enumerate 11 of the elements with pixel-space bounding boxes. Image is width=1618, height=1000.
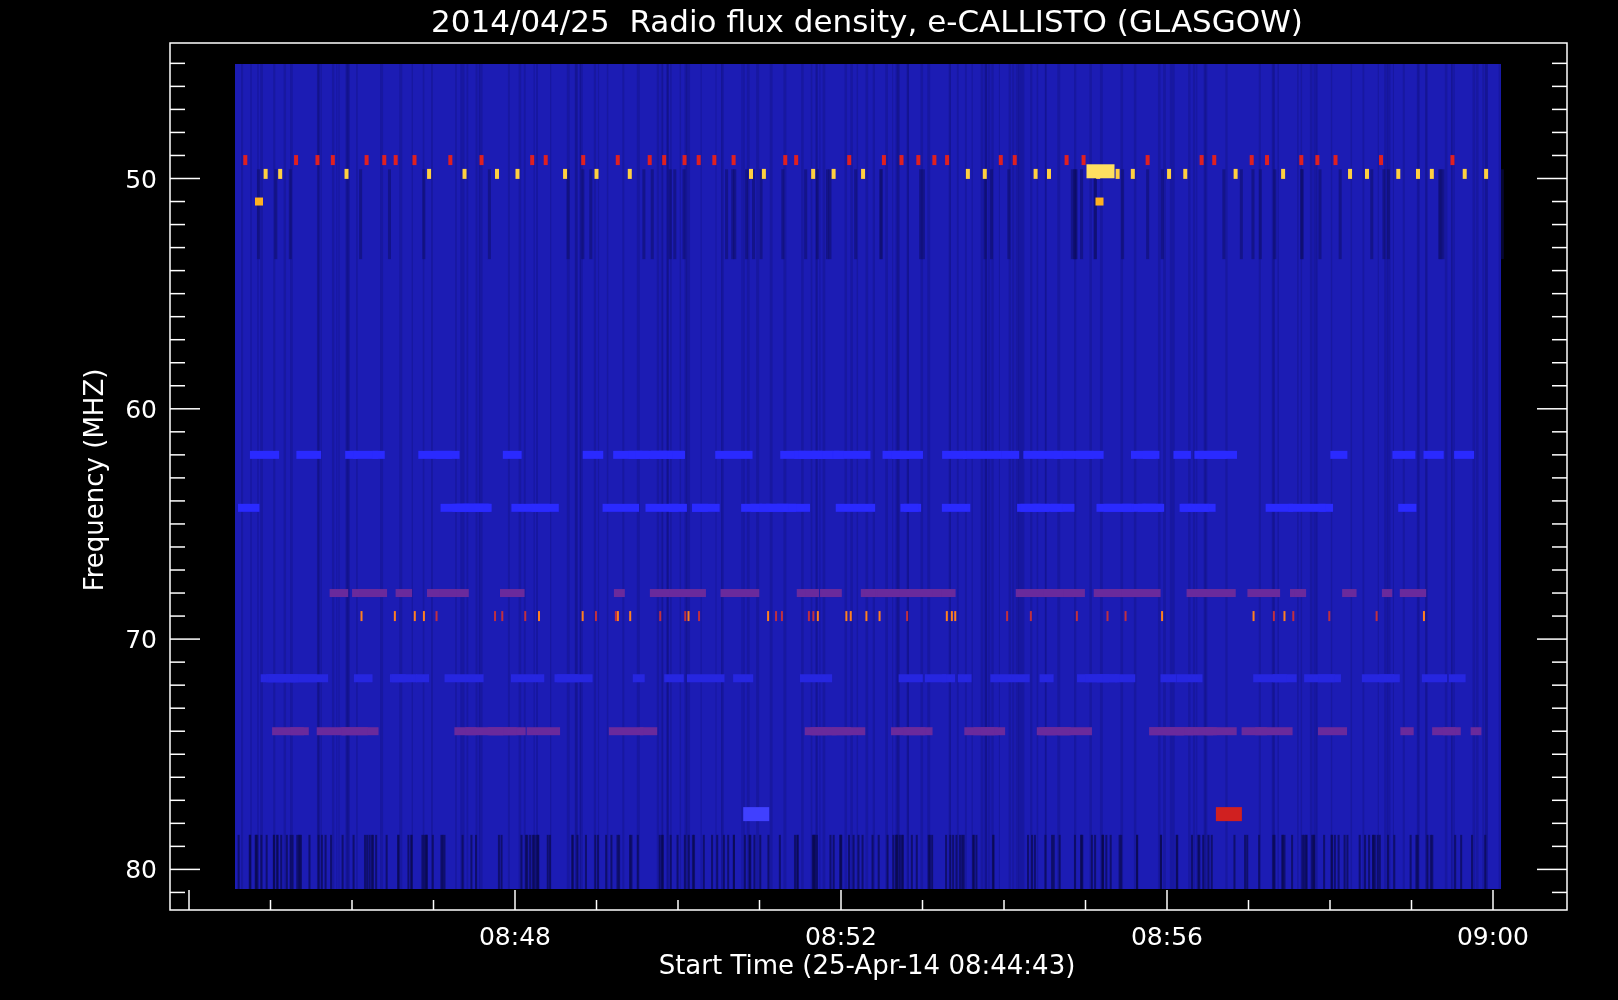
y-tick-label: 50	[125, 164, 157, 194]
x-tick-label: 08:56	[1131, 922, 1203, 951]
y-tick-label: 70	[125, 625, 157, 655]
x-axis-label: Start Time (25-Apr-14 08:44:43)	[658, 950, 1076, 980]
x-tick-label: 08:52	[805, 922, 877, 951]
x-tick-label: 08:48	[479, 922, 551, 951]
chart-title: 2014/04/25 Radio flux density, e-CALLISTO (GLASGOW)	[431, 3, 1303, 39]
x-tick-label: 09:00	[1457, 922, 1529, 951]
y-tick-label: 80	[125, 855, 157, 885]
y-axis-label: Frequency (MHZ)	[79, 368, 109, 592]
y-tick-label: 60	[125, 394, 157, 424]
